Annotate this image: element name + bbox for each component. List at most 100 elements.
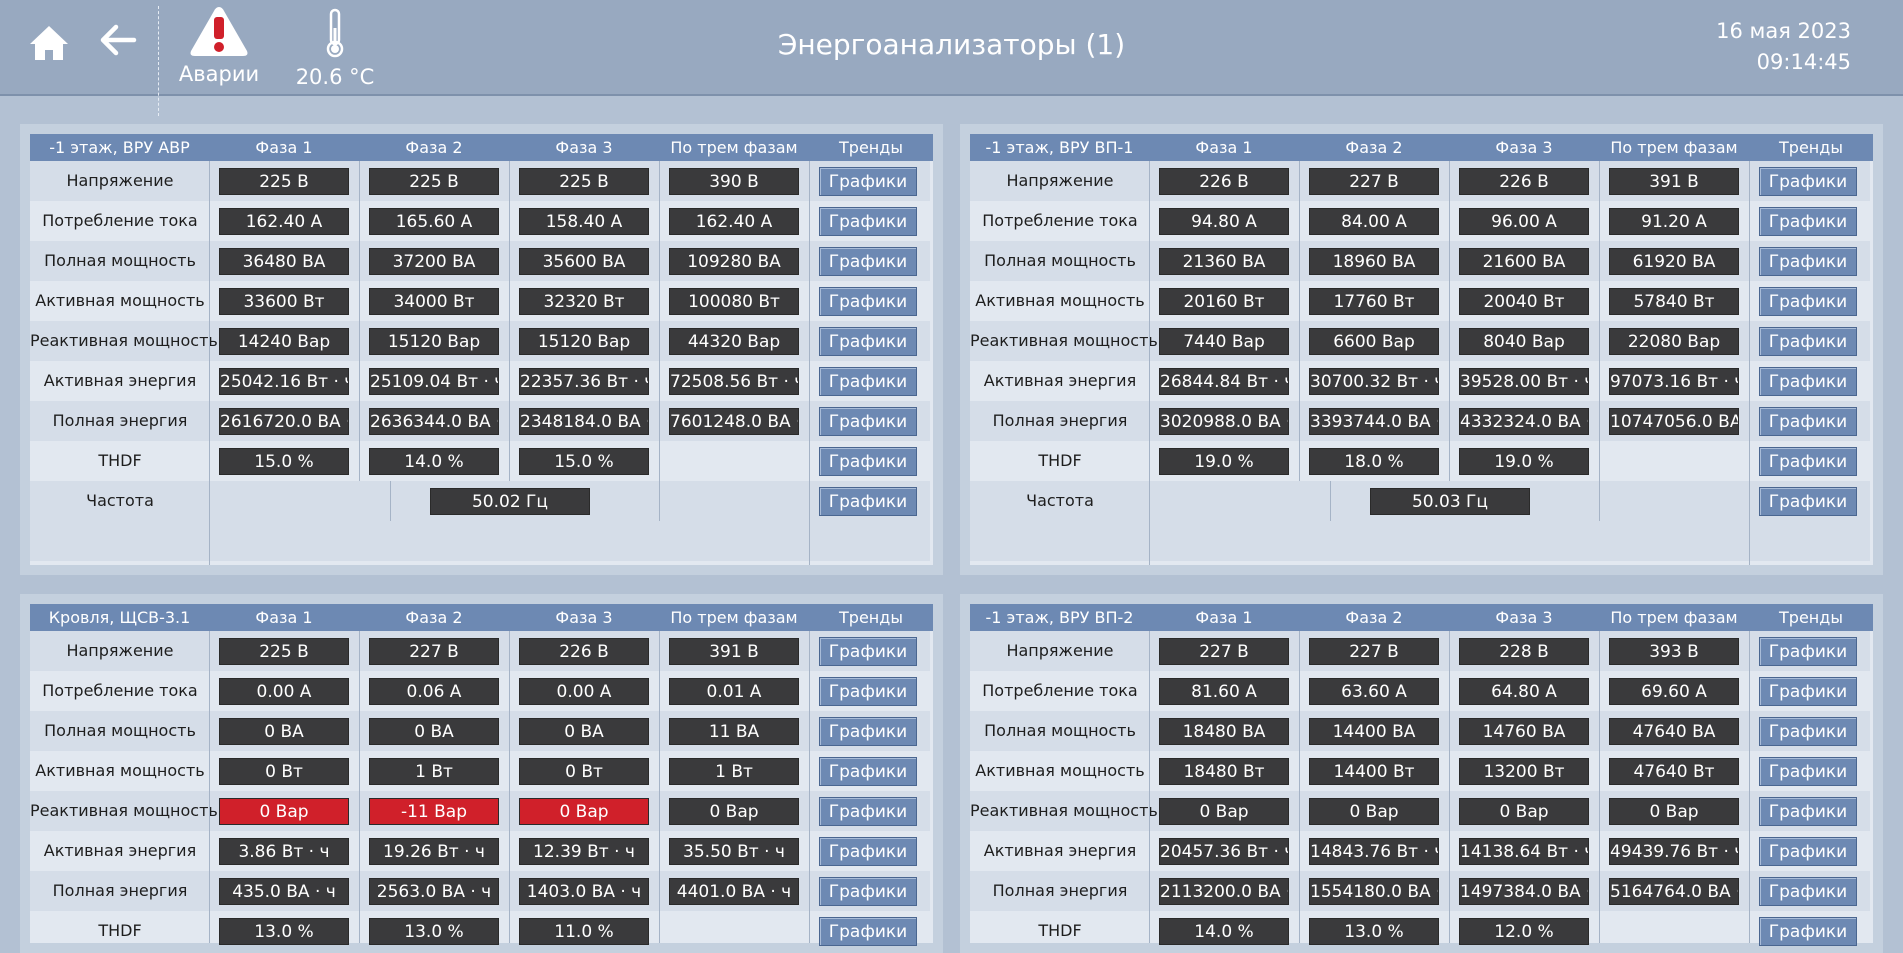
grid-line — [1149, 161, 1150, 565]
row-label: Полная мощность — [44, 721, 196, 740]
value-display: 7601248.0 ВА · ч — [669, 408, 799, 435]
value-display: 17760 Вт — [1309, 288, 1439, 315]
charts-button[interactable]: Графики — [1759, 327, 1857, 356]
value-display: 47640 ВА — [1609, 718, 1739, 745]
column-header: По трем фазам — [1599, 134, 1749, 161]
header-separator — [158, 6, 159, 116]
grid-line — [390, 481, 391, 521]
charts-button[interactable]: Графики — [819, 757, 917, 786]
value-display: 25042.16 Вт · ч — [219, 368, 349, 395]
value-display: 72508.56 Вт · ч — [669, 368, 799, 395]
charts-button[interactable]: Графики — [1759, 837, 1857, 866]
charts-button[interactable]: Графики — [819, 837, 917, 866]
table-row: Потребление тока 162.40 А 165.60 А 158.40 А… — [30, 201, 930, 241]
analyzer-panel: -1 этаж, ВРУ ВП-1 Фаза 1 Фаза 2 Фаза 3 По тр… — [960, 124, 1883, 575]
datetime: 16 мая 2023 09:14:45 — [1716, 16, 1851, 78]
row-label: Напряжение — [66, 641, 174, 660]
charts-button[interactable]: Графики — [819, 877, 917, 906]
charts-button[interactable]: Графики — [1759, 797, 1857, 826]
charts-button[interactable]: Графики — [1759, 287, 1857, 316]
table-row: THDF 15.0 % 14.0 % 15.0 % Графики — [30, 441, 930, 481]
charts-button[interactable]: Графики — [1759, 717, 1857, 746]
value-display: 49439.76 Вт · ч — [1609, 838, 1739, 865]
value-display: 2113200.0 ВА · ч — [1159, 878, 1289, 905]
value-display: 19.26 Вт · ч — [369, 838, 499, 865]
value-display: 35600 ВА — [519, 248, 649, 275]
value-display: 100080 Вт — [669, 288, 799, 315]
value-display: 37200 ВА — [369, 248, 499, 275]
charts-button[interactable]: Графики — [819, 797, 917, 826]
charts-button[interactable]: Графики — [819, 447, 917, 476]
charts-button[interactable]: Графики — [1759, 677, 1857, 706]
top-bar: Аварии 20.6 °C Энергоанализаторы (1) 16 … — [0, 0, 1903, 116]
table-row: Полная мощность 21360 ВА 18960 ВА 21600 ВА 6… — [970, 241, 1870, 281]
table-row: Полная мощность 18480 ВА 14400 ВА 14760 ВА 4… — [970, 711, 1870, 751]
table-row: Реактивная мощность 14240 Вар 15120 Вар 151… — [30, 321, 930, 361]
frequency-value: 50.02 Гц — [430, 488, 590, 515]
row-label: Активная мощность — [975, 761, 1145, 780]
row-label: Потребление тока — [982, 681, 1138, 700]
charts-button[interactable]: Графики — [1759, 367, 1857, 396]
charts-button[interactable]: Графики — [1759, 757, 1857, 786]
charts-button[interactable]: Графики — [819, 637, 917, 666]
value-display: -11 Вар — [369, 798, 499, 825]
value-display: 15120 Вар — [369, 328, 499, 355]
charts-button[interactable]: Графики — [1759, 637, 1857, 666]
panel-title: -1 этаж, ВРУ АВР — [30, 134, 209, 161]
charts-button[interactable]: Графики — [819, 327, 917, 356]
value-display: 44320 Вар — [669, 328, 799, 355]
charts-button[interactable]: Графики — [819, 367, 917, 396]
value-display: 10747056.0 ВА · ч — [1609, 408, 1739, 435]
frequency-value: 50.03 Гц — [1370, 488, 1530, 515]
charts-button[interactable]: Графики — [819, 247, 917, 276]
value-display: 162.40 А — [219, 208, 349, 235]
row-label: Реактивная мощность — [30, 331, 218, 350]
charts-button[interactable]: Графики — [1759, 167, 1857, 196]
value-display: 2636344.0 ВА · ч — [369, 408, 499, 435]
table-row: Потребление тока 94.80 А 84.00 А 96.00 А 91.… — [970, 201, 1870, 241]
value-display: 0.06 А — [369, 678, 499, 705]
value-display: 18.0 % — [1309, 448, 1439, 475]
table-row: Активная энергия 3.86 Вт · ч 19.26 Вт · ч 1… — [30, 831, 930, 871]
table-row: Полная энергия 2616720.0 ВА · ч 2636344.0 … — [30, 401, 930, 441]
value-display: 5164764.0 ВА · ч — [1609, 878, 1739, 905]
value-display: 13.0 % — [369, 918, 499, 945]
row-label: Полная мощность — [984, 251, 1136, 270]
charts-button[interactable]: Графики — [1759, 487, 1857, 516]
grid-line — [1330, 481, 1331, 521]
charts-button[interactable]: Графики — [819, 407, 917, 436]
value-display: 393 В — [1609, 638, 1739, 665]
charts-button[interactable]: Графики — [1759, 247, 1857, 276]
charts-button[interactable]: Графики — [819, 917, 917, 946]
row-label: THDF — [98, 921, 142, 940]
charts-button[interactable]: Графики — [819, 287, 917, 316]
column-header: Фаза 1 — [209, 604, 359, 631]
value-display: 15120 Вар — [519, 328, 649, 355]
value-display: 0 ВА — [219, 718, 349, 745]
value-display: 0 Вт — [519, 758, 649, 785]
value-display: 13.0 % — [1309, 918, 1439, 945]
grid-line — [1749, 631, 1750, 943]
row-label: Напряжение — [1006, 641, 1114, 660]
charts-button[interactable]: Графики — [819, 207, 917, 236]
table-row: Напряжение 227 В 227 В 228 В 393 В Графики — [970, 631, 1870, 671]
panel-title: Кровля, ЩСВ-3.1 — [30, 604, 209, 631]
charts-button[interactable]: Графики — [1759, 207, 1857, 236]
value-display: 4332324.0 ВА · ч — [1459, 408, 1589, 435]
page-title: Энергоанализаторы (1) — [777, 28, 1126, 61]
empty-row — [970, 521, 1870, 561]
charts-button[interactable]: Графики — [1759, 407, 1857, 436]
charts-button[interactable]: Графики — [819, 487, 917, 516]
charts-button[interactable]: Графики — [1759, 917, 1857, 946]
value-display: 12.39 Вт · ч — [519, 838, 649, 865]
value-display: 1497384.0 ВА · ч — [1459, 878, 1589, 905]
value-display: 0 Вар — [1609, 798, 1739, 825]
charts-button[interactable]: Графики — [819, 167, 917, 196]
charts-button[interactable]: Графики — [819, 717, 917, 746]
table-row: Активная мощность 0 Вт 1 Вт 0 Вт 1 Вт Графики — [30, 751, 930, 791]
value-display: 0 Вар — [1309, 798, 1439, 825]
charts-button[interactable]: Графики — [1759, 877, 1857, 906]
analyzer-panel: -1 этаж, ВРУ АВР Фаза 1 Фаза 2 Фаза 3 По тре… — [20, 124, 943, 575]
charts-button[interactable]: Графики — [819, 677, 917, 706]
charts-button[interactable]: Графики — [1759, 447, 1857, 476]
